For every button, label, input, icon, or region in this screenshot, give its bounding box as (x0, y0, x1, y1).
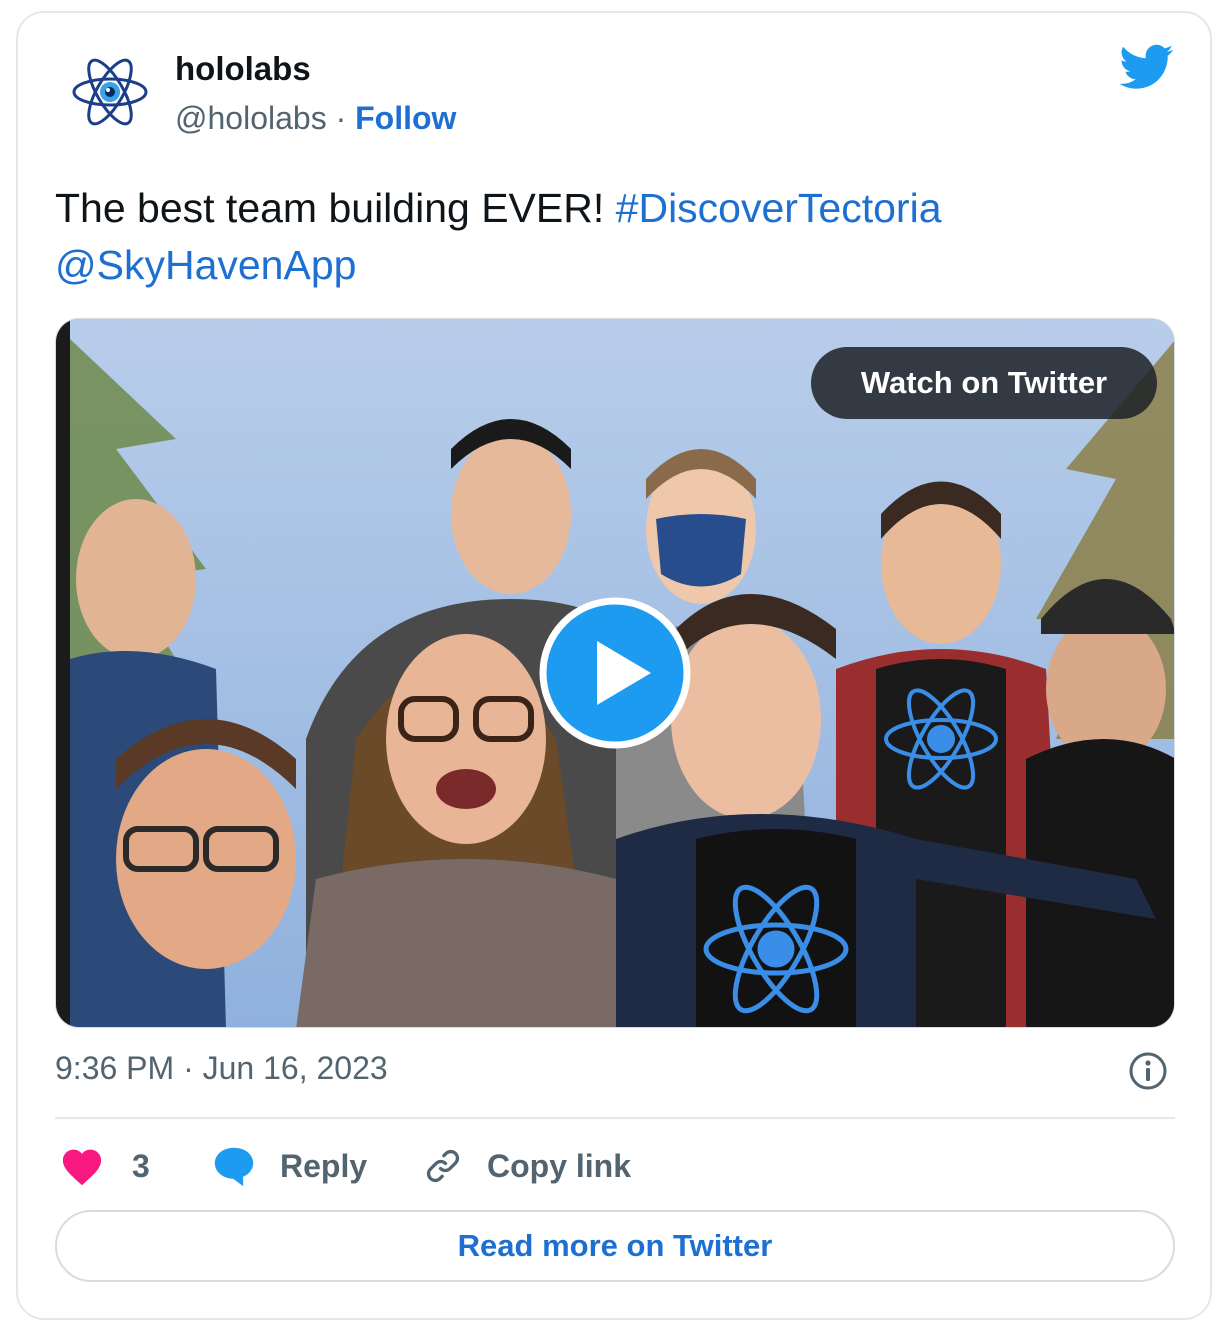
read-more-button[interactable]: Read more on Twitter (55, 1210, 1175, 1282)
tweet-timestamp[interactable]: 9:36 PM · Jun 16, 2023 (55, 1050, 388, 1087)
copy-link-button[interactable]: Copy link (423, 1138, 631, 1194)
link-icon (426, 1149, 460, 1183)
video-thumbnail[interactable]: Watch on Twitter (55, 318, 1175, 1028)
atom-logo-icon[interactable] (70, 52, 150, 132)
like-button[interactable]: 3 (60, 1138, 150, 1194)
divider (55, 1117, 1175, 1119)
separator-dot: · (335, 100, 347, 136)
twitter-bird-icon[interactable] (1120, 44, 1174, 90)
play-icon[interactable] (539, 597, 691, 749)
author-handle-line: @hololabs · Follow (175, 100, 456, 137)
author-handle[interactable]: @hololabs (175, 100, 327, 136)
heart-icon (62, 1149, 102, 1186)
copy-link-label: Copy link (487, 1147, 632, 1184)
info-icon[interactable] (1128, 1051, 1168, 1091)
watch-on-twitter-button[interactable]: Watch on Twitter (811, 347, 1157, 419)
reply-button[interactable]: Reply (212, 1138, 367, 1194)
author-name[interactable]: hololabs (175, 50, 311, 88)
like-count: 3 (132, 1147, 150, 1184)
mention-link[interactable]: @SkyHavenApp (55, 242, 356, 288)
action-bar: 3 Reply Copy link (55, 1138, 1175, 1194)
tweet-text: The best team building EVER! #DiscoverTe… (55, 180, 1165, 294)
reply-bubble-icon (214, 1147, 254, 1187)
follow-link[interactable]: Follow (355, 100, 456, 136)
tweet-body: The best team building EVER! (55, 185, 605, 231)
reply-label: Reply (280, 1147, 368, 1184)
hashtag-link[interactable]: #DiscoverTectoria (616, 185, 942, 231)
